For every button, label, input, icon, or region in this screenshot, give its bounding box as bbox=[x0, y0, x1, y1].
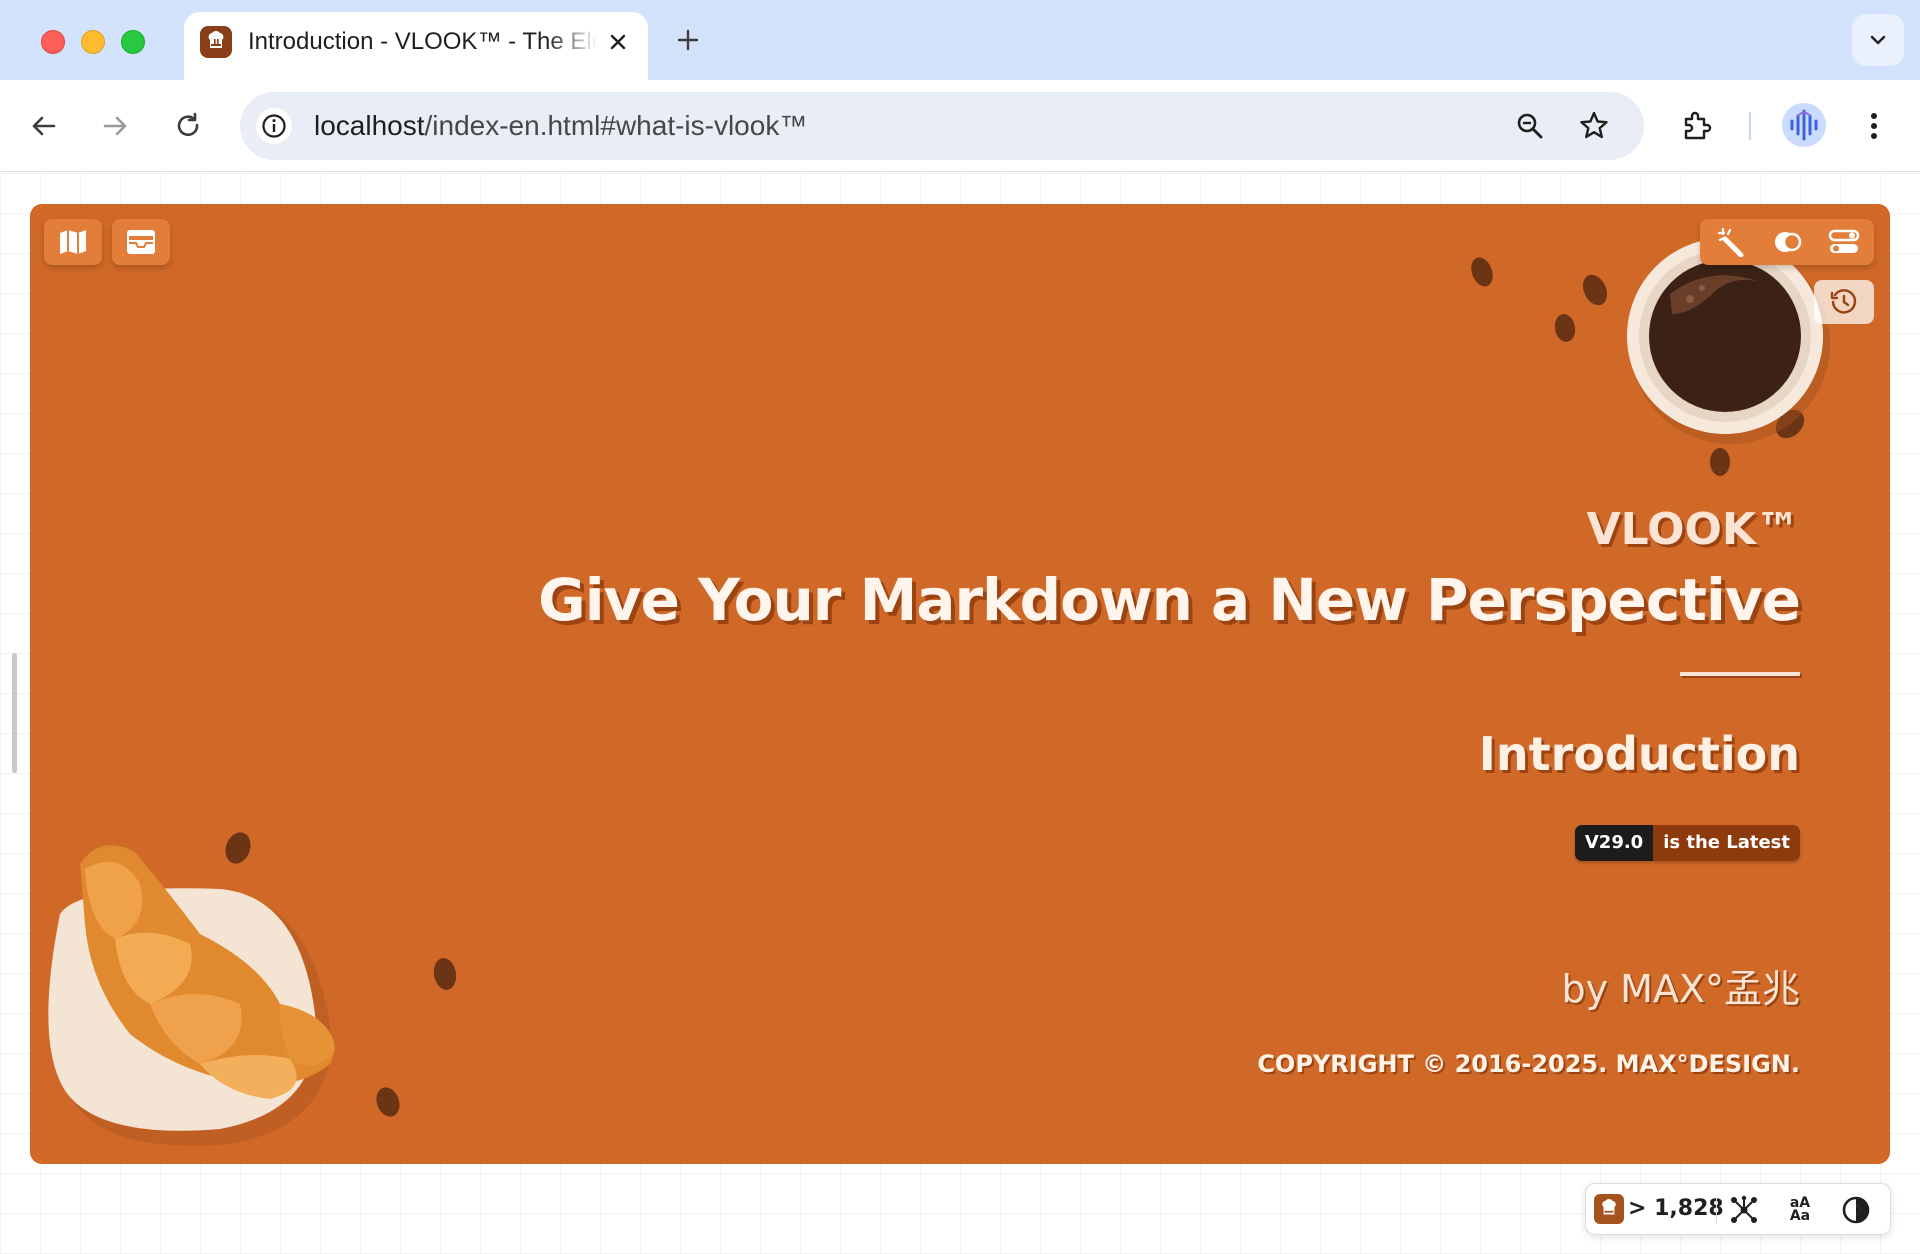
tab-strip: Introduction - VLOOK™ - The Elegant & Pr… bbox=[0, 0, 1920, 80]
address-bar[interactable]: localhost/index-en.html#what-is-vlook™ bbox=[240, 92, 1644, 160]
puzzle-icon[interactable] bbox=[1673, 102, 1721, 150]
theme-switch-icon[interactable] bbox=[1768, 224, 1808, 260]
url-path: /index-en.html#what-is-vlook™ bbox=[424, 110, 808, 141]
window-zoom-button[interactable] bbox=[121, 30, 145, 54]
cover-illustration bbox=[48, 238, 1830, 1146]
page-subtitle: Introduction bbox=[1478, 727, 1800, 781]
cover-tool-group bbox=[1700, 219, 1874, 265]
word-count[interactable]: > 1,828 bbox=[1628, 1196, 1724, 1221]
back-arrow-icon[interactable] bbox=[20, 102, 68, 150]
copyright-line: COPYRIGHT © 2016-2025. MAX°DESIGN. bbox=[1257, 1050, 1800, 1078]
version-badge[interactable]: V29.0 is the Latest bbox=[1574, 825, 1800, 861]
kebab-menu-icon[interactable] bbox=[1850, 102, 1898, 150]
forward-arrow-icon[interactable] bbox=[91, 102, 139, 150]
title-divider bbox=[1680, 672, 1800, 676]
bottom-toolbar: > 1,828 aA Aa bbox=[1585, 1183, 1891, 1235]
toolbar-divider bbox=[1749, 112, 1751, 140]
avatar[interactable] bbox=[1782, 103, 1826, 147]
star-icon[interactable] bbox=[1574, 106, 1614, 146]
map-icon[interactable] bbox=[44, 219, 102, 265]
tab-close-icon[interactable] bbox=[602, 26, 634, 58]
version-status: is the Latest bbox=[1653, 825, 1800, 861]
inbox-icon[interactable] bbox=[112, 219, 170, 265]
author-line: by MAX°孟兆 bbox=[1561, 967, 1800, 1011]
vlook-favicon-icon bbox=[200, 26, 232, 58]
browser-tab-active[interactable]: Introduction - VLOOK™ - The Elegant & Pr… bbox=[184, 12, 648, 80]
magic-wand-icon[interactable] bbox=[1712, 224, 1752, 260]
history-icon[interactable] bbox=[1814, 280, 1874, 324]
reload-icon[interactable] bbox=[164, 102, 212, 150]
address-url[interactable]: localhost/index-en.html#what-is-vlook™ bbox=[314, 110, 807, 142]
page-viewport: VLOOK™ Give Your Markdown a New Perspect… bbox=[0, 173, 1920, 1254]
font-size-icon[interactable]: aA Aa bbox=[1782, 1192, 1818, 1228]
dark-mode-icon[interactable] bbox=[1838, 1192, 1874, 1228]
cover-banner: VLOOK™ Give Your Markdown a New Perspect… bbox=[30, 204, 1890, 1164]
toolbar-divider bbox=[1716, 1196, 1717, 1224]
page-title: Give Your Markdown a New Perspective bbox=[538, 566, 1801, 634]
url-host: localhost bbox=[314, 110, 425, 141]
version-label: V29.0 bbox=[1574, 825, 1654, 861]
coffee-cup-icon bbox=[1627, 238, 1830, 444]
window-minimize-button[interactable] bbox=[81, 30, 105, 54]
network-graph-icon[interactable] bbox=[1726, 1192, 1762, 1228]
settings-toggle-icon[interactable] bbox=[1824, 224, 1864, 260]
window-close-button[interactable] bbox=[41, 30, 65, 54]
tab-title: Introduction - VLOOK™ - The Elegant & Pr… bbox=[248, 28, 598, 55]
brand-title: VLOOK™ bbox=[1586, 504, 1800, 555]
croissant-icon bbox=[48, 845, 335, 1146]
side-scroll-indicator[interactable] bbox=[12, 653, 17, 773]
vlook-logo-icon[interactable] bbox=[1594, 1194, 1624, 1224]
info-icon[interactable] bbox=[256, 108, 292, 144]
zoom-icon[interactable] bbox=[1510, 106, 1550, 146]
new-tab-button[interactable] bbox=[668, 20, 708, 60]
tab-search-button[interactable] bbox=[1852, 14, 1904, 66]
browser-toolbar: localhost/index-en.html#what-is-vlook™ bbox=[0, 80, 1920, 172]
